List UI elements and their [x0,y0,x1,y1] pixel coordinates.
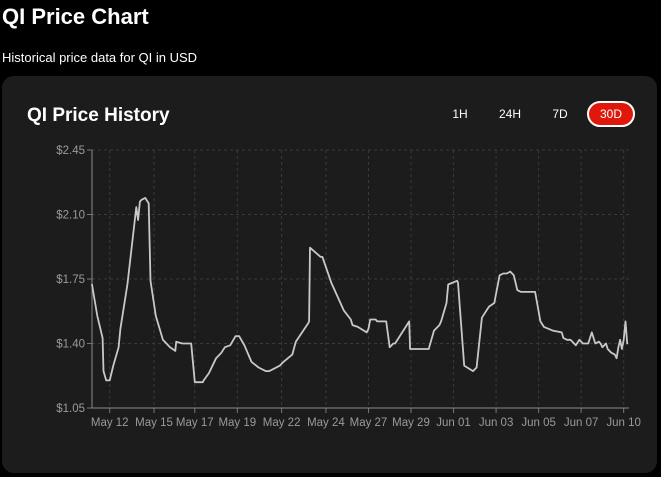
page-title: QI Price Chart [2,4,149,29]
x-tick-label: May 12 [91,417,129,429]
x-tick-label: Jun 01 [436,417,471,429]
x-tick-label: Jun 05 [521,417,556,429]
y-tick-label: $1.75 [56,274,85,286]
x-tick-label: May 15 [135,417,173,429]
y-tick-label: $2.45 [56,145,85,157]
price-line-chart: $1.05$1.40$1.75$2.10$2.45May 12 May 15 May… [56,145,641,429]
x-tick-label: May 17 [176,417,214,429]
y-tick-label: $1.05 [56,403,85,415]
x-tick-label: Jun 03 [479,417,514,429]
x-tick-label: May 27 [350,417,388,429]
y-tick-label: $1.40 [56,339,85,351]
price-series-line [91,197,629,384]
page-subtitle: Historical price data for QI in USD [2,50,198,65]
x-tick-label: Jun 10 [606,417,641,429]
price-history-card: QI Price History 1H 24H 7D 30D $1.05 $1.4… [2,76,657,473]
x-tick-label: Jun 07 [564,417,599,429]
x-tick-label: May 24 [307,417,345,429]
x-tick-label: May 19 [218,417,256,429]
x-tick-label: May 22 [263,417,301,429]
y-tick-label: $2.10 [56,210,85,222]
x-tick-label: May 29 [392,417,430,429]
